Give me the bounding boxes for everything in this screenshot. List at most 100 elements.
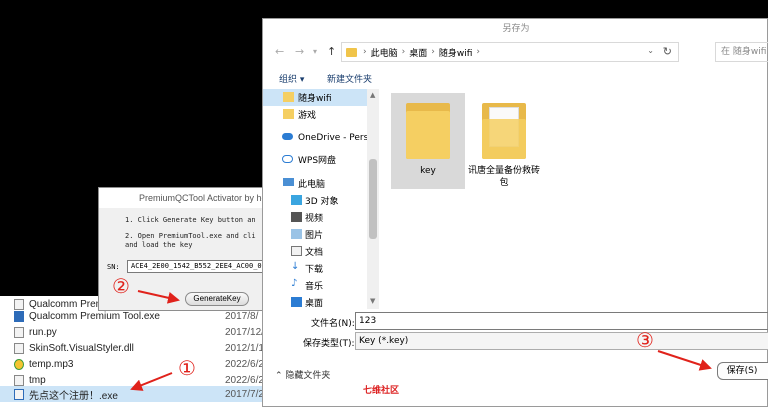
scroll-thumb[interactable] [369, 159, 377, 239]
chevron-up-icon: ⌃ [275, 371, 283, 381]
nav-item-downloads[interactable]: ↓ 下载 [263, 260, 367, 277]
folder-icon [283, 92, 294, 102]
navigation-pane: 随身wifi 游戏 OneDrive - Perso WPS网盘 此电脑 3D … [263, 89, 379, 309]
toolbar: 组织 ▾ 新建文件夹 [263, 69, 768, 87]
audio-file-icon [14, 359, 24, 370]
navigation-bar: ← → ▾ ↑ › 此电脑 › 桌面 › 随身wifi › ⌄ ↻ 在 随身wi… [263, 41, 768, 63]
save-button[interactable]: 保存(S) [717, 362, 768, 380]
list-item[interactable]: run.py 2017/12/ [0, 324, 264, 340]
dll-file-icon [14, 343, 24, 354]
nav-item-this-pc[interactable]: 此电脑 [263, 175, 367, 192]
instruction-step-1: 1. Click Generate Key button an [125, 216, 256, 224]
folder-icon-front [482, 119, 526, 159]
music-icon: ♪ [291, 278, 298, 289]
file-name: SkinSoft.VisualStyler.dll [29, 342, 134, 354]
chevron-right-icon: › [431, 47, 435, 57]
documents-icon [291, 246, 302, 256]
nav-item-documents[interactable]: 文档 [263, 243, 367, 260]
folder-item-key[interactable]: key [391, 93, 465, 189]
file-icon [14, 375, 24, 386]
save-as-dialog: 另存为 ← → ▾ ↑ › 此电脑 › 桌面 › 随身wifi › ⌄ ↻ 在 … [262, 18, 768, 407]
nav-item-music[interactable]: ♪ 音乐 [263, 277, 367, 294]
hide-folders-toggle[interactable]: ⌃ 隐藏文件夹 [275, 368, 330, 381]
list-item[interactable]: temp.mp3 2022/6/2 [0, 356, 264, 372]
organize-menu[interactable]: 组织 ▾ [279, 72, 304, 85]
chevron-down-icon[interactable]: ▼ [370, 297, 375, 305]
explorer-file-list: Qualcomm Premium Tool.exe Qualcomm Premi… [0, 296, 264, 407]
hide-folders-label: 隐藏文件夹 [285, 371, 331, 381]
file-content-pane: key 讯唐全量备份救砖包 [383, 89, 768, 309]
nav-item-游戏[interactable]: 游戏 [263, 106, 367, 123]
nav-item-onedrive[interactable]: OneDrive - Perso [263, 129, 374, 146]
nav-item-随身wifi[interactable]: 随身wifi [263, 89, 367, 106]
dialog-title: 另存为 [502, 24, 530, 34]
annotation-marker-1: ① [178, 356, 196, 380]
folder-icon [346, 47, 357, 57]
file-date: 2017/7/2 [225, 388, 264, 400]
annotation-marker-3: ③ [636, 328, 654, 352]
breadcrumb-item[interactable]: 桌面 [409, 46, 427, 59]
file-date: 2012/1/1 [225, 342, 264, 354]
chevron-right-icon: › [476, 47, 480, 57]
watermark: 七维社区 [363, 386, 400, 396]
video-icon [291, 212, 302, 222]
nav-item-wps[interactable]: WPS网盘 [263, 151, 367, 168]
download-icon: ↓ [291, 261, 300, 272]
chevron-right-icon: › [363, 47, 367, 57]
desktop-icon [291, 297, 302, 307]
file-date: 2022/6/2 [225, 374, 264, 386]
annotation-marker-2: ② [112, 274, 130, 298]
file-name: temp.mp3 [29, 358, 74, 370]
nav-item-pictures[interactable]: 图片 [263, 226, 367, 243]
address-bar[interactable]: › 此电脑 › 桌面 › 随身wifi › ⌄ ↻ [341, 42, 679, 62]
filetype-label: 保存类型(T): [303, 339, 355, 349]
forward-arrow-icon[interactable]: → [295, 45, 304, 58]
window-title: PremiumQCTool Activator by he [99, 188, 265, 208]
python-file-icon [14, 327, 24, 338]
back-arrow-icon[interactable]: ← [275, 45, 284, 58]
file-name: Qualcomm Premium Tool.exe [29, 310, 160, 322]
breadcrumb-item[interactable]: 此电脑 [371, 46, 398, 59]
generate-key-button[interactable]: GenerateKey [185, 292, 249, 306]
background-window-top [372, 0, 768, 18]
list-item[interactable]: SkinSoft.VisualStyler.dll 2012/1/1 [0, 340, 264, 356]
recent-dropdown-icon[interactable]: ▾ [313, 47, 317, 56]
folder-label: 讯唐全量备份救砖包 [467, 166, 540, 188]
file-date: 2022/6/2 [225, 358, 264, 370]
list-item[interactable]: 先点这个注册！.exe 2017/7/2 [0, 386, 264, 402]
nav-item-desktop[interactable]: 桌面 [263, 294, 367, 309]
up-arrow-icon[interactable]: ↑ [327, 45, 336, 58]
chevron-down-icon[interactable]: ⌄ [647, 46, 654, 55]
file-date: 2017/12/ [225, 326, 264, 338]
folder-label: key [420, 166, 436, 176]
search-input[interactable]: 在 随身wifi [715, 42, 768, 62]
refresh-icon[interactable]: ↻ [663, 45, 672, 58]
folder-icon-front [406, 111, 450, 159]
instruction-step-2: 2. Open PremiumTool.exe and cli [125, 232, 256, 240]
file-name: run.py [29, 326, 57, 338]
nav-item-videos[interactable]: 视频 [263, 209, 367, 226]
instruction-step-2-cont: and load the key [125, 241, 193, 249]
filename-label: 文件名(N): [311, 319, 355, 329]
pictures-icon [291, 229, 302, 239]
breadcrumb-item[interactable]: 随身wifi [439, 46, 473, 59]
wps-cloud-icon [282, 155, 293, 163]
new-folder-button[interactable]: 新建文件夹 [327, 72, 372, 85]
file-date: 2017/8/ [225, 310, 259, 322]
sn-field[interactable]: ACE4_2E00_1542_B552_2EE4_AC00_0 [127, 260, 267, 273]
file-name: tmp [29, 374, 46, 386]
computer-icon [283, 178, 294, 186]
filename-input[interactable]: 123 [355, 312, 768, 330]
3d-objects-icon [291, 195, 302, 205]
nav-item-3d[interactable]: 3D 对象 [263, 192, 367, 209]
sn-label: SN: [107, 263, 120, 271]
chevron-up-icon[interactable]: ▲ [370, 91, 375, 99]
app-icon [14, 389, 24, 400]
filetype-select[interactable]: Key (*.key) [355, 332, 768, 350]
chevron-right-icon: › [401, 47, 406, 57]
onedrive-icon [282, 133, 293, 140]
app-icon [14, 311, 24, 322]
folder-item-backup[interactable]: 讯唐全量备份救砖包 [467, 93, 541, 189]
nav-scrollbar[interactable]: ▲ ▼ [367, 89, 379, 309]
folder-icon [283, 109, 294, 119]
